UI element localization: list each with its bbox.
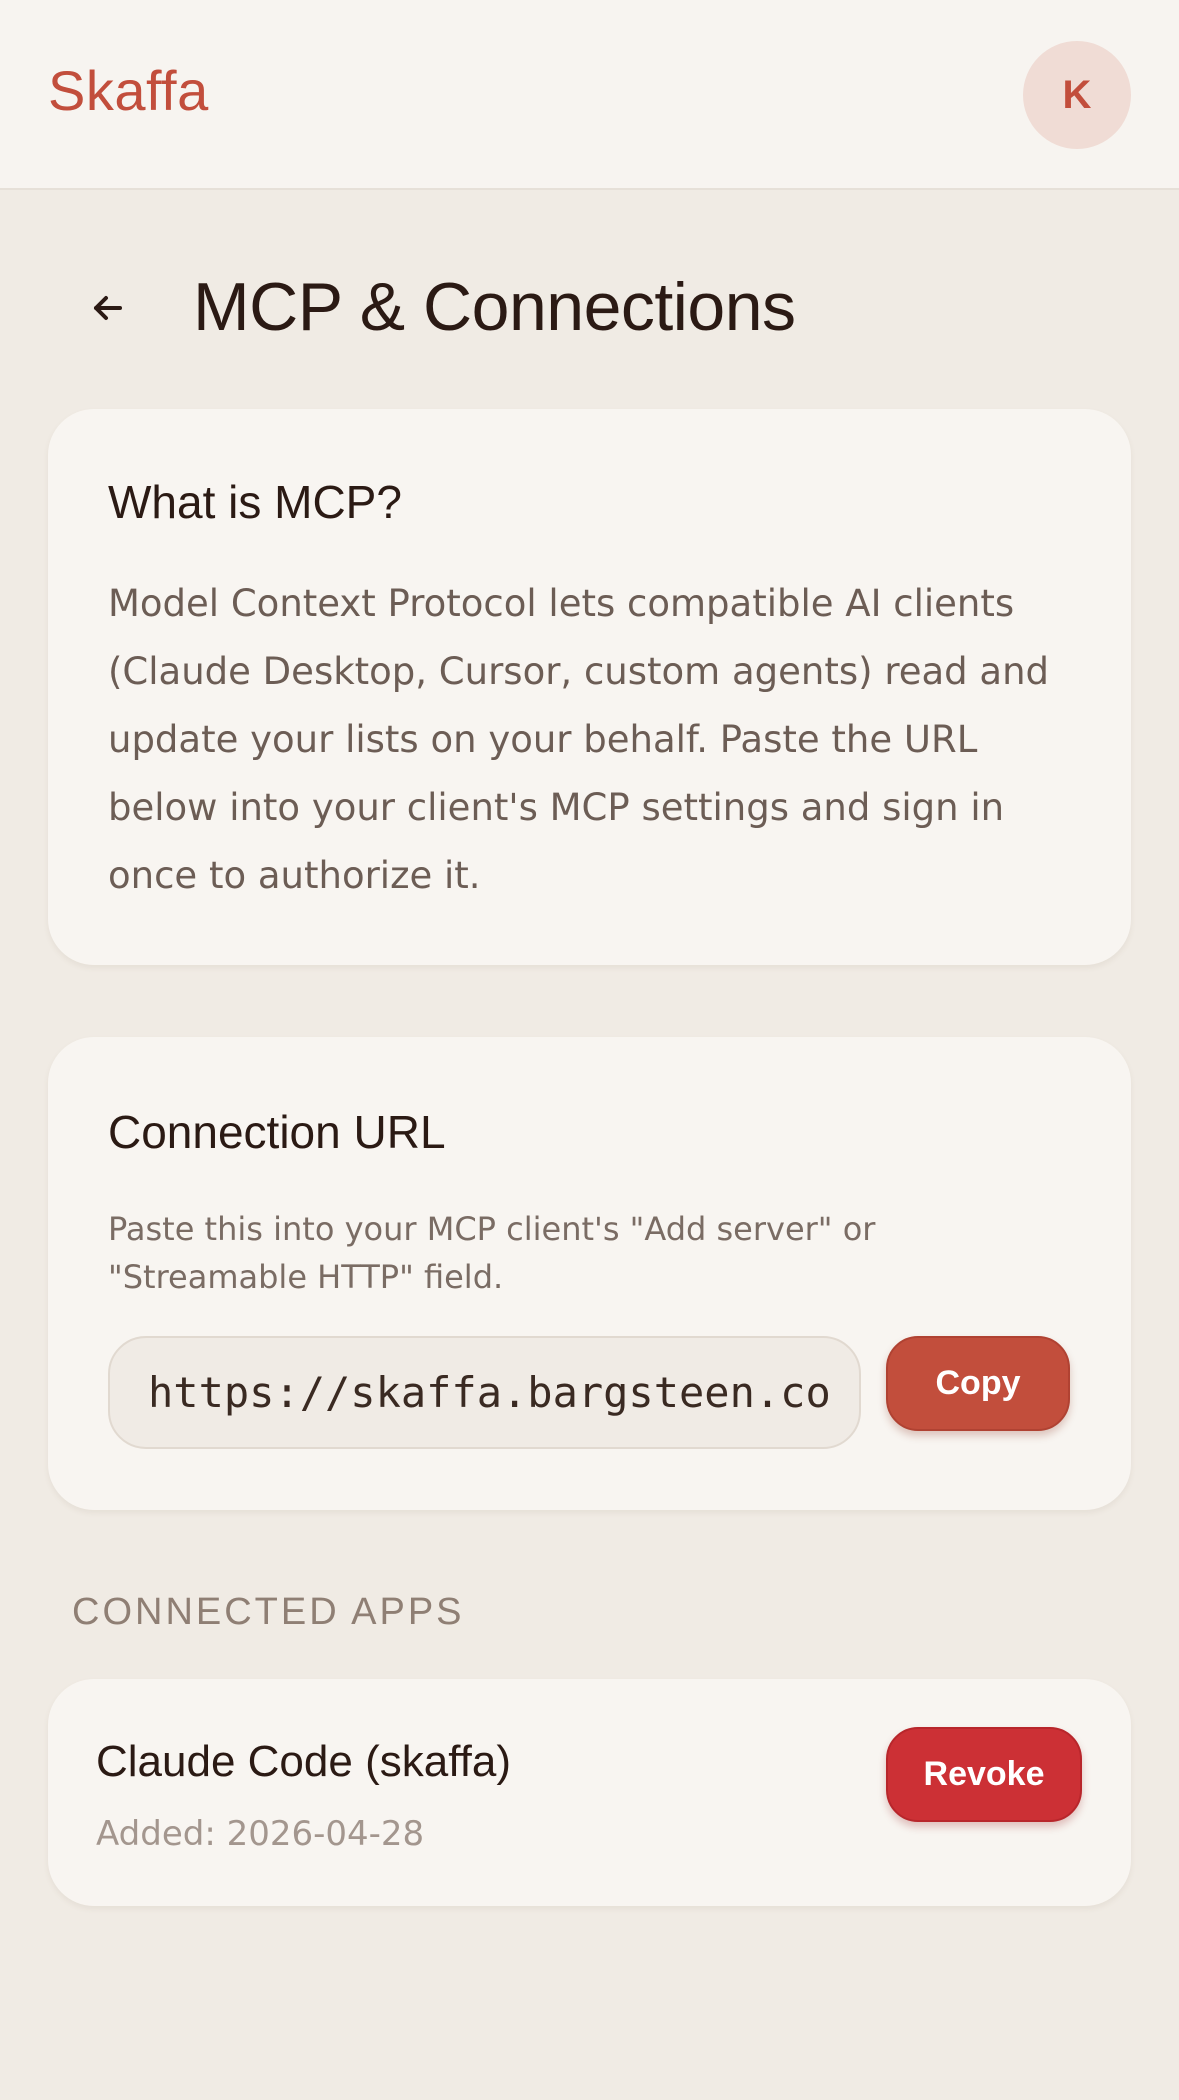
section-label-connected-apps: CONNECTED APPS [72,1591,465,1633]
arrow-left-icon [94,296,122,320]
card-title: Connection URL [108,1106,446,1158]
card-body-text: Model Context Protocol lets compatible A… [108,582,1050,897]
copy-button[interactable]: Copy [886,1336,1070,1431]
connection-url-field[interactable]: https://skaffa.bargsteen.co [108,1336,861,1449]
user-avatar-button[interactable]: K [1023,41,1131,149]
revoke-button[interactable]: Revoke [886,1727,1082,1822]
connected-app-item: Claude Code (skaffa) Added: 2026-04-28 R… [48,1679,1131,1906]
card-description: Paste this into your MCP client's "Add s… [108,1210,876,1296]
top-bar: Skaffa K [0,0,1179,190]
what-is-mcp-card: What is MCP? Model Context Protocol lets… [48,409,1131,965]
card-title: What is MCP? [108,476,402,528]
app-added-date: Added: 2026-04-28 [96,1814,425,1854]
back-button[interactable] [80,280,136,336]
page-title: MCP & Connections [193,269,796,345]
brand-logo[interactable]: Skaffa [48,58,209,123]
connection-url-card: Connection URL Paste this into your MCP … [48,1037,1131,1510]
app-name: Claude Code (skaffa) [96,1737,511,1786]
